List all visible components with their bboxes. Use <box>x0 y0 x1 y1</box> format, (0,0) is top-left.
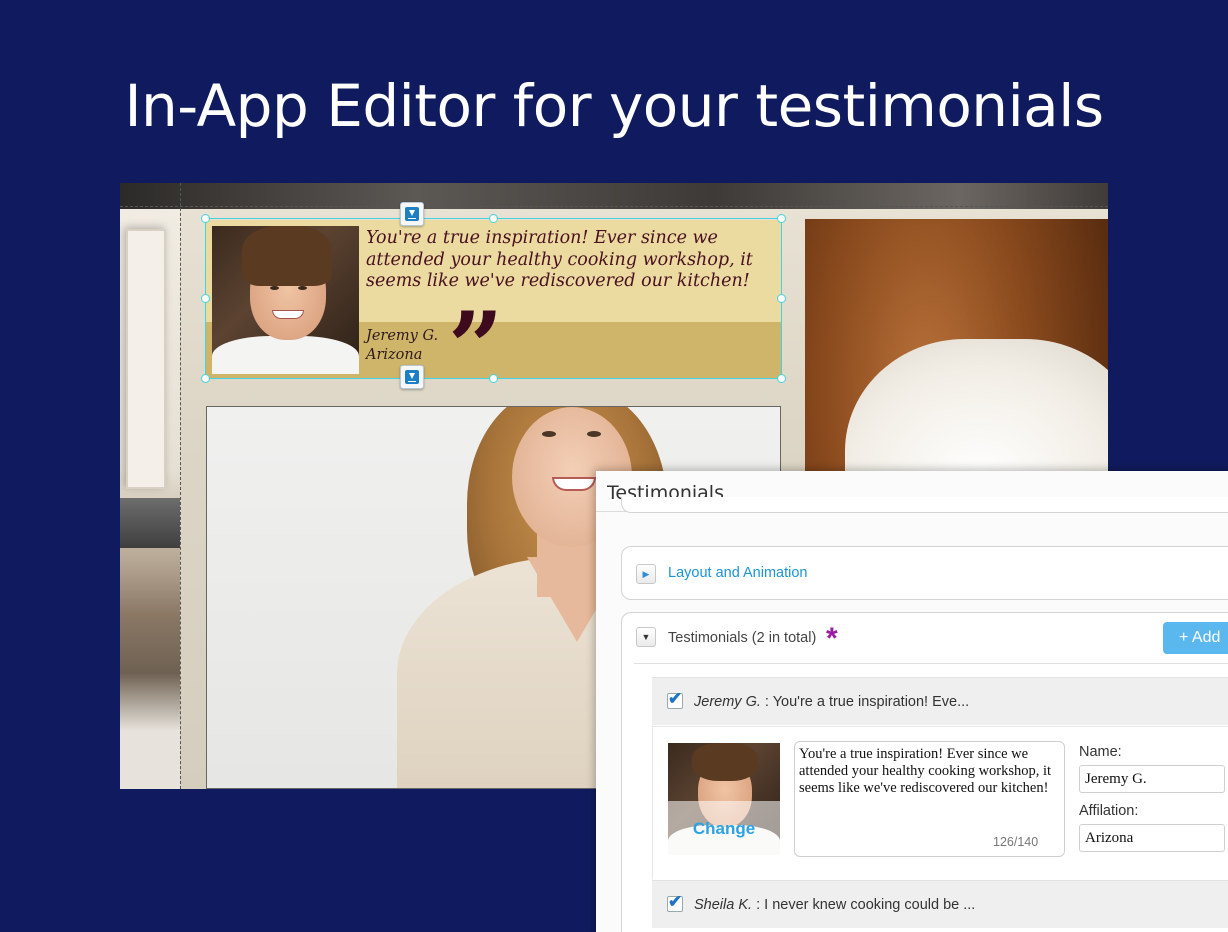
resize-handle-top-left[interactable] <box>201 214 210 223</box>
change-photo-button[interactable]: Change <box>668 819 780 839</box>
affiliation-field[interactable]: Arizona <box>1079 824 1225 852</box>
section-layout-animation[interactable]: ▶ Layout and Animation <box>621 546 1228 600</box>
insert-above-button[interactable] <box>400 202 424 226</box>
download-icon <box>405 207 419 221</box>
section-testimonials: ▼ Testimonials (2 in total) * + Add Jere… <box>621 612 1228 932</box>
name-label: Name: <box>1079 744 1122 760</box>
section-label[interactable]: Layout and Animation <box>668 565 807 581</box>
resize-handle-bottom-left[interactable] <box>201 374 210 383</box>
section-label: Testimonials (2 in total) <box>668 630 817 646</box>
resize-handle-right[interactable] <box>777 294 786 303</box>
testimonial-item-editor: Change You're a true inspiration! Ever s… <box>652 726 1228 879</box>
resize-handle-left[interactable] <box>201 294 210 303</box>
expand-icon[interactable]: ▶ <box>636 564 656 584</box>
testimonial-item-header[interactable]: Sheila K. : I never knew cooking could b… <box>652 880 1228 928</box>
download-icon <box>405 370 419 384</box>
add-testimonial-button[interactable]: + Add <box>1163 622 1228 654</box>
affiliation-label: Affilation: <box>1079 803 1139 819</box>
name-field[interactable]: Jeremy G. <box>1079 765 1225 793</box>
kitchen-counter <box>120 498 180 548</box>
testimonial-enabled-checkbox[interactable] <box>667 892 683 912</box>
selection-box <box>201 214 786 383</box>
testimonial-photo[interactable]: Change <box>668 743 780 855</box>
testimonials-editor-panel: Testimonials ▶ Layout and Animation ▼ Te… <box>596 471 1228 932</box>
resize-handle-bottom-right[interactable] <box>777 374 786 383</box>
testimonial-enabled-checkbox[interactable] <box>667 689 683 709</box>
resize-handle-top[interactable] <box>489 214 498 223</box>
resize-handle-bottom[interactable] <box>489 374 498 383</box>
character-counter: 126/140 <box>993 835 1039 849</box>
collapse-icon[interactable]: ▼ <box>636 627 656 647</box>
resize-handle-top-right[interactable] <box>777 214 786 223</box>
guide-line-vertical <box>180 183 181 789</box>
required-asterisk-icon: * <box>826 622 838 655</box>
testimonial-item-header[interactable]: Jeremy G. : You're a true inspiration! E… <box>652 677 1228 725</box>
previous-section <box>621 497 1228 513</box>
item-summary: Sheila K. : I never knew cooking could b… <box>694 897 976 913</box>
guide-line-horizontal <box>120 206 1108 207</box>
item-summary: Jeremy G. : You're a true inspiration! E… <box>694 694 970 710</box>
headline: In-App Editor for your testimonials <box>124 72 1104 140</box>
insert-below-button[interactable] <box>400 365 424 389</box>
